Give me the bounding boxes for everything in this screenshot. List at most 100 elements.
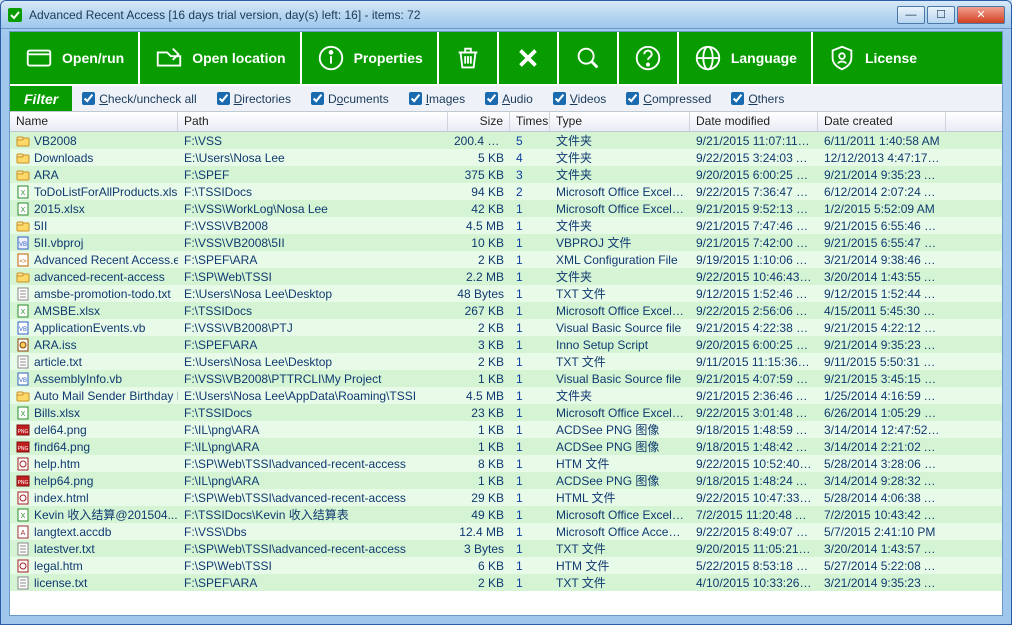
file-type: XML Configuration File: [550, 253, 690, 267]
table-row[interactable]: DownloadsE:\Users\Nosa Lee5 KB4文件夹9/22/2…: [10, 149, 1002, 166]
file-path: F:\VSS: [178, 134, 448, 148]
file-name: help.htm: [34, 457, 80, 471]
file-modified: 9/21/2015 4:07:59 PM: [690, 372, 818, 386]
table-row[interactable]: VB5II.vbprojF:\VSS\VB2008\5II10 KB1VBPRO…: [10, 234, 1002, 251]
file-icon: [16, 134, 30, 148]
table-row[interactable]: VBApplicationEvents.vbF:\VSS\VB2008\PTJ2…: [10, 319, 1002, 336]
file-icon: A: [16, 525, 30, 539]
file-size: 94 KB: [448, 185, 510, 199]
svg-text:PNG: PNG: [18, 429, 29, 435]
filter-others[interactable]: Others: [731, 92, 784, 106]
file-modified: 9/22/2015 10:47:33 PM: [690, 491, 818, 505]
open-location-button[interactable]: Open location: [140, 32, 301, 84]
table-row[interactable]: ARAF:\SPEF375 KB3文件夹9/20/2015 6:00:25 PM…: [10, 166, 1002, 183]
file-times: 1: [510, 270, 550, 284]
delete-button[interactable]: [499, 32, 559, 84]
header-created[interactable]: Date created: [818, 112, 946, 131]
file-path: F:\VSS\WorkLog\Nosa Lee: [178, 202, 448, 216]
file-name: legal.htm: [34, 559, 83, 573]
file-grid[interactable]: VB2008F:\VSS200.4 MB5文件夹9/21/2015 11:07:…: [10, 132, 1002, 615]
file-type: Visual Basic Source file: [550, 372, 690, 386]
file-icon: X: [16, 304, 30, 318]
file-created: 3/14/2014 12:47:52 AM: [818, 423, 946, 437]
recycle-button[interactable]: [439, 32, 499, 84]
header-name[interactable]: Name: [10, 112, 178, 131]
file-modified: 9/22/2015 10:52:40 PM: [690, 457, 818, 471]
table-row[interactable]: index.htmlF:\SP\Web\TSSI\advanced-recent…: [10, 489, 1002, 506]
file-times: 1: [510, 253, 550, 267]
header-modified[interactable]: Date modified: [690, 112, 818, 131]
file-times: 1: [510, 304, 550, 318]
filter-check-all[interactable]: Check/uncheck all: [82, 92, 196, 106]
help-button[interactable]: [619, 32, 679, 84]
filter-images[interactable]: Images: [409, 92, 465, 106]
file-times: 3: [510, 168, 550, 182]
column-headers[interactable]: Name Path Size Times Type Date modified …: [10, 112, 1002, 132]
file-size: 42 KB: [448, 202, 510, 216]
table-row[interactable]: article.txtE:\Users\Nosa Lee\Desktop2 KB…: [10, 353, 1002, 370]
file-times: 1: [510, 406, 550, 420]
table-row[interactable]: legal.htmF:\SP\Web\TSSI6 KB1HTM 文件5/22/2…: [10, 557, 1002, 574]
file-size: 2 KB: [448, 253, 510, 267]
file-name: Auto Mail Sender Birthday E...: [34, 389, 178, 403]
search-button[interactable]: [559, 32, 619, 84]
filter-directories[interactable]: Directories: [217, 92, 291, 106]
table-row[interactable]: 5IIF:\VSS\VB20084.5 MB1文件夹9/21/2015 7:47…: [10, 217, 1002, 234]
file-created: 4/15/2011 5:45:30 PM: [818, 304, 946, 318]
table-row[interactable]: PNGdel64.pngF:\IL\png\ARA1 KB1ACDSee PNG…: [10, 421, 1002, 438]
file-name: del64.png: [34, 423, 87, 437]
table-row[interactable]: XAMSBE.xlsxF:\TSSIDocs267 KB1Microsoft O…: [10, 302, 1002, 319]
table-row[interactable]: Auto Mail Sender Birthday E...E:\Users\N…: [10, 387, 1002, 404]
file-created: 9/21/2015 6:55:47 PM: [818, 236, 946, 250]
table-row[interactable]: PNGfind64.pngF:\IL\png\ARA1 KB1ACDSee PN…: [10, 438, 1002, 455]
table-row[interactable]: ARA.issF:\SPEF\ARA3 KB1Inno Setup Script…: [10, 336, 1002, 353]
file-icon: VB: [16, 236, 30, 250]
header-size[interactable]: Size: [448, 112, 510, 131]
file-modified: 9/21/2015 11:07:11 PM: [690, 134, 818, 148]
file-icon: [16, 542, 30, 556]
filter-audio[interactable]: Audio: [485, 92, 533, 106]
header-path[interactable]: Path: [178, 112, 448, 131]
table-row[interactable]: VBAssemblyInfo.vbF:\VSS\VB2008\PTTRCLI\M…: [10, 370, 1002, 387]
file-path: F:\SP\Web\TSSI\advanced-recent-access: [178, 542, 448, 556]
minimize-button[interactable]: —: [897, 6, 925, 24]
table-row[interactable]: X2015.xlsxF:\VSS\WorkLog\Nosa Lee42 KB1M…: [10, 200, 1002, 217]
info-icon: [316, 43, 346, 73]
table-row[interactable]: XToDoListForAllProducts.xlsF:\TSSIDocs94…: [10, 183, 1002, 200]
file-path: E:\Users\Nosa Lee\AppData\Roaming\TSSI: [178, 389, 448, 403]
table-row[interactable]: <>Advanced Recent Access.e...F:\SPEF\ARA…: [10, 251, 1002, 268]
filter-videos[interactable]: Videos: [553, 92, 606, 106]
table-row[interactable]: advanced-recent-accessF:\SP\Web\TSSI2.2 …: [10, 268, 1002, 285]
file-size: 4.5 MB: [448, 389, 510, 403]
header-times[interactable]: Times: [510, 112, 550, 131]
file-modified: 9/22/2015 3:01:48 AM: [690, 406, 818, 420]
table-row[interactable]: VB2008F:\VSS200.4 MB5文件夹9/21/2015 11:07:…: [10, 132, 1002, 149]
maximize-button[interactable]: ☐: [927, 6, 955, 24]
file-size: 267 KB: [448, 304, 510, 318]
file-modified: 9/21/2015 4:22:38 PM: [690, 321, 818, 335]
table-row[interactable]: license.txtF:\SPEF\ARA2 KB1TXT 文件4/10/20…: [10, 574, 1002, 591]
filter-documents[interactable]: Documents: [311, 92, 389, 106]
file-size: 23 KB: [448, 406, 510, 420]
table-row[interactable]: XBills.xlsxF:\TSSIDocs23 KB1Microsoft Of…: [10, 404, 1002, 421]
table-row[interactable]: Alangtext.accdbF:\VSS\Dbs12.4 MB1Microso…: [10, 523, 1002, 540]
filter-compressed[interactable]: Compressed: [626, 92, 711, 106]
table-row[interactable]: latestver.txtF:\SP\Web\TSSI\advanced-rec…: [10, 540, 1002, 557]
license-button[interactable]: License: [813, 32, 931, 84]
open-run-button[interactable]: Open/run: [10, 32, 140, 84]
file-name: ApplicationEvents.vb: [34, 321, 145, 335]
properties-button[interactable]: Properties: [302, 32, 439, 84]
open-run-label: Open/run: [62, 50, 124, 66]
file-icon: X: [16, 508, 30, 522]
language-button[interactable]: Language: [679, 32, 813, 84]
titlebar[interactable]: Advanced Recent Access [16 days trial ve…: [1, 1, 1011, 29]
file-modified: 4/10/2015 10:33:26 PM: [690, 576, 818, 590]
table-row[interactable]: amsbe-promotion-todo.txtE:\Users\Nosa Le…: [10, 285, 1002, 302]
table-row[interactable]: PNGhelp64.pngF:\IL\png\ARA1 KB1ACDSee PN…: [10, 472, 1002, 489]
table-row[interactable]: help.htmF:\SP\Web\TSSI\advanced-recent-a…: [10, 455, 1002, 472]
x-icon: [513, 43, 543, 73]
table-row[interactable]: XKevin 收入结算@201504...F:\TSSIDocs\Kevin 收…: [10, 506, 1002, 523]
file-times: 1: [510, 202, 550, 216]
close-button[interactable]: ✕: [957, 6, 1005, 24]
header-type[interactable]: Type: [550, 112, 690, 131]
